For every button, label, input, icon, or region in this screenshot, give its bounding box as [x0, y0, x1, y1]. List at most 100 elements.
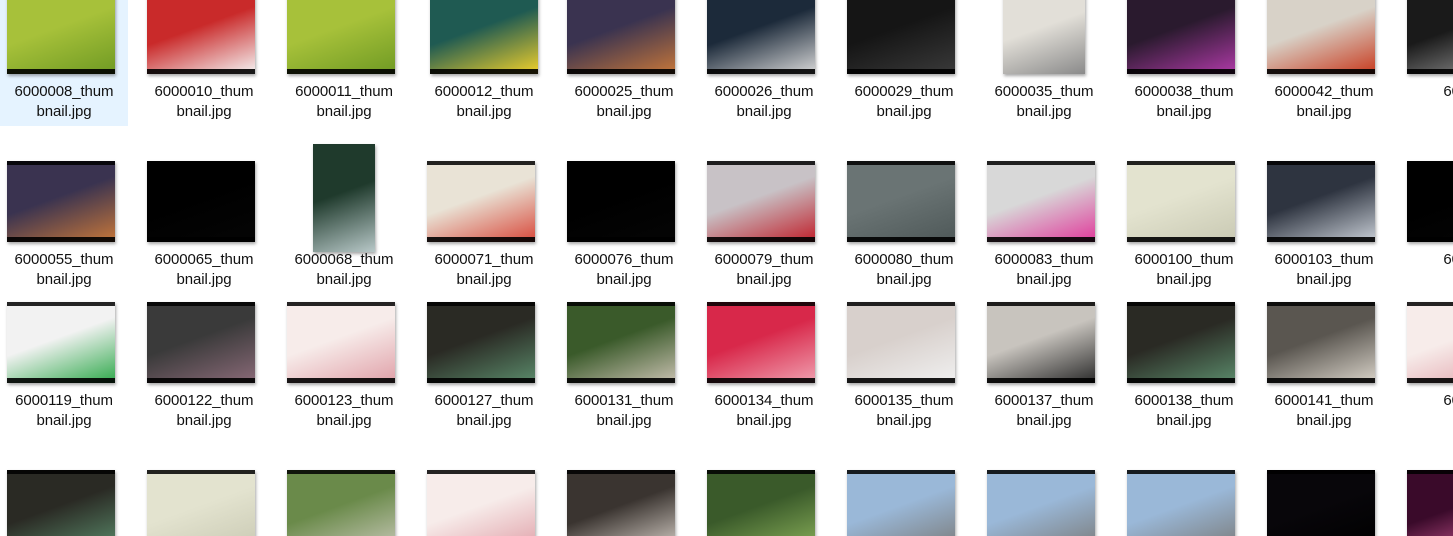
file-item[interactable]	[0, 462, 128, 536]
file-item[interactable]	[420, 462, 548, 536]
document-page-thumbnail	[1003, 0, 1085, 74]
purple-room-thumbnail	[1127, 0, 1235, 74]
pink-blossom-thumbnail	[427, 470, 535, 536]
woman-desk-thumbnail	[1267, 302, 1375, 383]
road-sky-thumbnail	[847, 470, 955, 536]
crystal-object-thumbnail	[567, 470, 675, 536]
file-item[interactable]	[700, 462, 828, 536]
file-item[interactable]: 6000076_thum bnail.jpg	[560, 150, 688, 292]
file-item[interactable]: 6000055_thum bnail.jpg	[0, 150, 128, 292]
file-item[interactable]: 6000010_thum bnail.jpg	[140, 0, 268, 126]
file-name-label: 6000025_thum bnail.jpg	[574, 83, 674, 120]
file-item[interactable]	[1120, 462, 1248, 536]
file-item[interactable]: 6000026_thum bnail.jpg	[700, 0, 828, 126]
file-name-label: 6000011_thum bnail.jpg	[295, 83, 393, 120]
black-thumbnail	[567, 161, 675, 242]
file-item[interactable]: 6000025_thum bnail.jpg	[560, 0, 688, 126]
file-item[interactable]: 6000079_thum bnail.jpg	[700, 150, 828, 292]
file-item[interactable]	[140, 462, 268, 536]
file-name-label: 60000	[1443, 83, 1453, 100]
stage-performer-thumbnail	[1407, 470, 1453, 536]
file-name-label: 6000010_thum bnail.jpg	[154, 83, 254, 120]
file-item[interactable]: 6000038_thum bnail.jpg	[1120, 0, 1248, 126]
chef-food-thumbnail	[1267, 0, 1375, 74]
file-item[interactable]: 6000071_thum bnail.jpg	[420, 150, 548, 292]
lantern-thumbnail	[987, 161, 1095, 242]
file-item[interactable]: 60000	[1400, 0, 1453, 126]
file-item[interactable]	[980, 462, 1108, 536]
chargers-thumbnail	[847, 302, 955, 383]
green-room-thumbnail	[567, 302, 675, 383]
city-night-thumbnail	[7, 161, 115, 242]
file-name-label: 6000127_thum bnail.jpg	[434, 392, 534, 429]
file-name-label: 6000135_thum bnail.jpg	[854, 392, 954, 429]
file-item[interactable]	[840, 462, 968, 536]
file-item[interactable]: 6000035_thum bnail.jpg	[980, 0, 1108, 126]
file-item[interactable]: 6000065_thum bnail.jpg	[140, 150, 268, 292]
hand-bottle-thumbnail	[707, 0, 815, 74]
black-thumbnail	[147, 161, 255, 242]
file-name-label: 6000065_thum bnail.jpg	[154, 251, 254, 288]
file-item[interactable]: 6000135_thum bnail.jpg	[840, 296, 968, 436]
file-item[interactable]	[1260, 462, 1388, 536]
pink-blossom-thumbnail	[1407, 302, 1453, 383]
red-blossom-portrait-thumbnail	[707, 302, 815, 383]
file-item[interactable]: 6000083_thum bnail.jpg	[980, 150, 1108, 292]
file-name-label: 6000141_thum bnail.jpg	[1274, 392, 1374, 429]
file-item[interactable]: 6000008_thum bnail.jpg	[0, 0, 128, 126]
couple-portrait-thumbnail	[147, 0, 255, 74]
file-item[interactable]: 6000012_thum bnail.jpg	[420, 0, 548, 126]
file-item[interactable]	[280, 462, 408, 536]
file-name-label: 6000131_thum bnail.jpg	[574, 392, 674, 429]
file-name-label: 6000134_thum bnail.jpg	[714, 392, 814, 429]
cluttered-shelf-thumbnail	[7, 470, 115, 536]
file-name-label: 6000100_thum bnail.jpg	[1134, 251, 1234, 288]
file-item[interactable]	[560, 462, 688, 536]
file-item[interactable]: 6000131_thum bnail.jpg	[560, 296, 688, 436]
black-thumbnail	[1267, 470, 1375, 536]
file-name-label: 6000008_thum bnail.jpg	[14, 83, 114, 120]
file-item[interactable]: 60001	[1400, 150, 1453, 292]
file-item[interactable]: 6000042_thum bnail.jpg	[1260, 0, 1388, 126]
file-name-label: 6000012_thum bnail.jpg	[434, 83, 534, 120]
file-item[interactable]: 6000119_thum bnail.jpg	[0, 296, 128, 436]
file-item[interactable]: 6000080_thum bnail.jpg	[840, 150, 968, 292]
file-name-label: 60001	[1443, 392, 1453, 409]
file-item[interactable]: 6000011_thum bnail.jpg	[280, 0, 408, 126]
pale-wall-thumbnail	[147, 470, 255, 536]
woman-yellow-shirt-thumbnail	[430, 0, 538, 74]
file-name-label: 6000038_thum bnail.jpg	[1134, 83, 1234, 120]
food-containers-thumbnail	[427, 161, 535, 242]
forest-path-thumbnail	[707, 470, 815, 536]
file-explorer-large-icons-view: 6000008_thum bnail.jpg 6000010_thum bnail…	[0, 0, 1453, 536]
file-name-label: 6000080_thum bnail.jpg	[854, 251, 954, 288]
file-item[interactable]: 6000137_thum bnail.jpg	[980, 296, 1108, 436]
file-name-label: 6000083_thum bnail.jpg	[994, 251, 1094, 288]
office-monitors-thumbnail	[987, 302, 1095, 383]
file-item[interactable]: 6000029_thum bnail.jpg	[840, 0, 968, 126]
file-item[interactable]: 6000141_thum bnail.jpg	[1260, 296, 1388, 436]
gray-screen-thumbnail	[847, 161, 955, 242]
trees-street-thumbnail	[287, 470, 395, 536]
road-sky-thumbnail	[1127, 470, 1235, 536]
file-name-label: 6000068_thum bnail.jpg	[294, 251, 394, 288]
file-name-label: 6000029_thum bnail.jpg	[854, 83, 954, 120]
file-name-label: 6000076_thum bnail.jpg	[574, 251, 674, 288]
file-item[interactable]	[1400, 462, 1453, 536]
dark-partial-thumbnail	[1407, 0, 1453, 74]
file-name-label: 6000119_thum bnail.jpg	[15, 392, 113, 429]
file-name-label: 60001	[1443, 251, 1453, 268]
file-item[interactable]: 6000068_thum bnail.jpg	[280, 144, 408, 292]
green-cart-thumbnail	[7, 302, 115, 383]
file-item[interactable]: 6000123_thum bnail.jpg	[280, 296, 408, 436]
cluttered-shelf-thumbnail	[427, 302, 535, 383]
cluttered-shelf-thumbnail	[1127, 302, 1235, 383]
file-item[interactable]: 6000122_thum bnail.jpg	[140, 296, 268, 436]
file-item[interactable]: 6000134_thum bnail.jpg	[700, 296, 828, 436]
file-item[interactable]: 6000103_thum bnail.jpg	[1260, 150, 1388, 292]
green-field-thumbnail	[7, 0, 115, 74]
file-item[interactable]: 6000127_thum bnail.jpg	[420, 296, 548, 436]
file-item[interactable]: 6000100_thum bnail.jpg	[1120, 150, 1248, 292]
file-item[interactable]: 60001	[1400, 296, 1453, 436]
file-item[interactable]: 6000138_thum bnail.jpg	[1120, 296, 1248, 436]
